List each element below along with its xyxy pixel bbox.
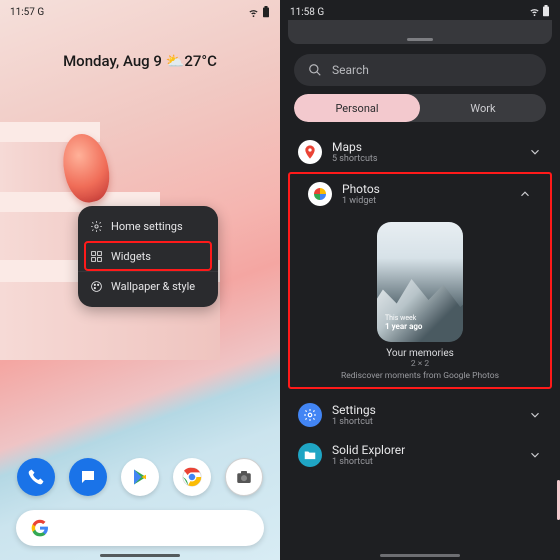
sheet-handle-area[interactable] [288,20,552,44]
gear-icon [90,220,103,233]
status-bar-left: 11:57 G [0,0,280,20]
widget-row-solid-explorer[interactable]: Solid Explorer1 shortcut [280,435,560,475]
phone-app[interactable] [17,458,55,496]
gear-icon [303,408,317,422]
chrome-icon [181,466,203,488]
chrome-app[interactable] [173,458,211,496]
chevron-up-icon [518,187,532,201]
highlight-photos-section: Photos1 widget This week 1 year ago Your… [288,172,552,389]
menu-label: Home settings [111,220,183,233]
phone-icon [27,468,45,486]
widget-search[interactable]: Search [294,54,546,86]
nav-handle[interactable] [380,554,460,557]
menu-home-settings[interactable]: Home settings [78,212,218,241]
maps-pin-icon [302,144,318,160]
widget-title: Your memories [290,348,550,359]
solid-explorer-app-icon [298,443,322,467]
messages-app[interactable] [69,458,107,496]
wifi-icon [248,7,259,18]
battery-icon [542,5,550,17]
chevron-down-icon [528,145,542,159]
widget-row-maps[interactable]: Maps5 shortcuts [280,132,560,172]
preview-line1: This week [385,314,416,322]
row-subtitle: 1 shortcut [332,457,518,467]
play-icon [131,468,149,486]
profile-tabs: Personal Work [294,94,546,122]
google-indicator: G [37,7,44,18]
row-title: Maps [332,140,518,154]
chevron-down-icon [528,408,542,422]
widget-row-settings[interactable]: Settings1 shortcut [280,395,560,435]
widget-size: 2 × 2 [290,359,550,369]
widget-row-photos[interactable]: Photos1 widget [290,174,550,214]
preview-line2: 1 year ago [385,322,422,332]
camera-icon [235,468,253,486]
messages-icon [79,468,97,486]
row-title: Photos [342,182,508,196]
menu-label: Wallpaper & style [111,280,195,293]
widget-picker[interactable]: 11:58 G Search Personal Work Maps5 short… [280,0,560,560]
row-title: Solid Explorer [332,443,518,457]
battery-icon [262,6,270,18]
settings-app-icon [298,403,322,427]
app-dock [0,458,280,496]
palette-icon [90,280,103,293]
home-context-menu: Home settings Widgets Wallpaper & style [78,206,218,307]
photos-app-icon [308,182,332,206]
menu-widgets[interactable]: Widgets [84,241,212,271]
row-subtitle: 5 shortcuts [332,154,518,164]
preview-caption: This week 1 year ago [385,314,422,332]
photos-pinwheel-icon [312,186,328,202]
google-logo-icon [30,518,50,538]
widget-preview-memories[interactable]: This week 1 year ago [377,222,463,342]
row-title: Settings [332,403,518,417]
clock: 11:57 [10,7,35,18]
google-indicator: G [317,7,324,18]
tab-label: Work [470,102,495,115]
maps-app-icon [298,140,322,164]
chevron-down-icon [528,448,542,462]
home-screen[interactable]: 11:57 G Monday, Aug 9 ⛅27°C Home setting… [0,0,280,560]
status-bar-right: 11:58 G [280,0,560,20]
nav-handle[interactable] [100,554,180,557]
tab-label: Personal [335,102,378,115]
widget-description: Rediscover moments from Google Photos [290,371,550,381]
search-placeholder: Search [332,63,369,77]
folder-icon [303,448,317,462]
menu-wallpaper-style[interactable]: Wallpaper & style [78,271,218,301]
clock: 11:58 [290,7,315,18]
wifi-icon [529,6,540,17]
camera-app[interactable] [225,458,263,496]
search-icon [308,63,322,77]
row-subtitle: 1 shortcut [332,417,518,427]
row-subtitle: 1 widget [342,196,508,206]
menu-label: Widgets [111,250,151,263]
widgets-icon [90,250,103,263]
tab-personal[interactable]: Personal [294,94,420,122]
google-search-bar[interactable] [16,510,264,546]
play-store-app[interactable] [121,458,159,496]
tab-work[interactable]: Work [420,94,546,122]
